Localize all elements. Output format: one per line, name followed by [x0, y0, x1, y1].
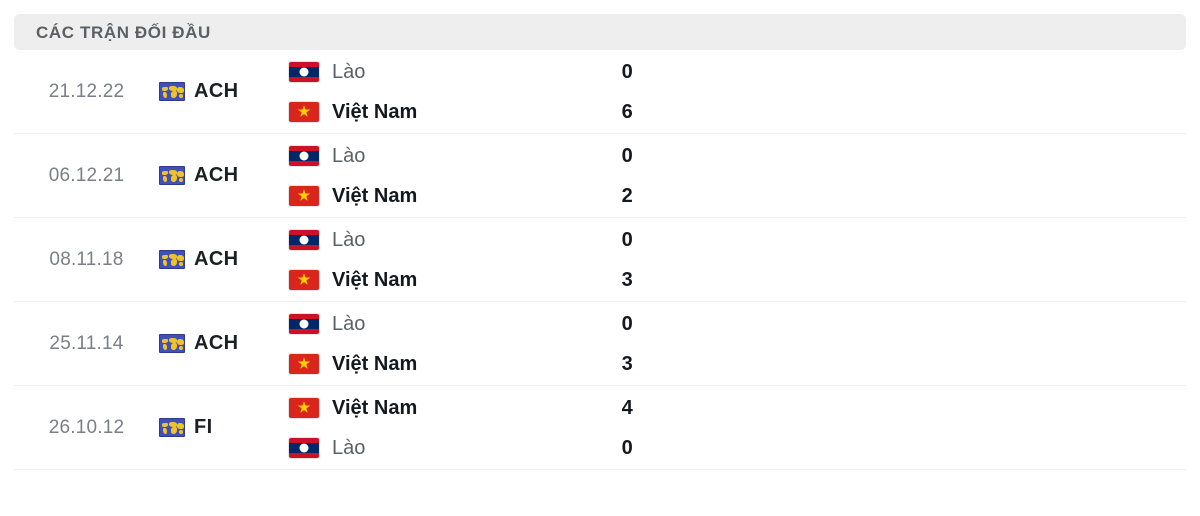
match-row[interactable]: 08.11.18 ACH Lào Việt Nam 0 3 [14, 218, 1186, 302]
away-score-line: 0 [622, 436, 1012, 460]
match-date-cell: 26.10.12 [14, 417, 159, 439]
teams-cell: Lào Việt Nam [279, 312, 592, 376]
home-team-flag-laos-icon [289, 229, 319, 250]
section-header: CÁC TRẬN ĐỐI ĐẦU [14, 14, 1186, 50]
home-score: 0 [621, 228, 633, 251]
competition-cell[interactable]: ACH [159, 164, 279, 187]
section-header-title: CÁC TRẬN ĐỐI ĐẦU [36, 22, 211, 42]
away-team-flag-vietnam-icon [289, 353, 319, 374]
competition-label: ACH [194, 332, 239, 354]
away-team-line[interactable]: Việt Nam [289, 184, 592, 208]
away-team-flag-laos-icon [289, 437, 319, 458]
away-score: 2 [621, 184, 633, 207]
away-team-flag-vietnam-icon [289, 101, 319, 122]
away-score-line: 3 [622, 268, 1012, 292]
scores-cell: 0 6 [592, 60, 1012, 124]
scores-cell: 0 2 [592, 144, 1012, 208]
home-score-line: 0 [622, 144, 1012, 168]
home-score-line: 0 [622, 60, 1012, 84]
home-team-flag-vietnam-icon [289, 397, 319, 418]
teams-cell: Lào Việt Nam [279, 60, 592, 124]
home-team-name: Lào [332, 228, 366, 251]
match-row[interactable]: 25.11.14 ACH Lào Việt Nam 0 3 [14, 302, 1186, 386]
home-team-name: Lào [332, 144, 366, 167]
away-team-line[interactable]: Lào [289, 436, 592, 460]
away-team-name: Việt Nam [332, 268, 418, 291]
competition-cell[interactable]: ACH [159, 332, 279, 355]
competition-label: ACH [194, 164, 239, 186]
away-score: 3 [621, 268, 633, 291]
away-score-line: 2 [622, 184, 1012, 208]
world-map-icon [159, 166, 185, 185]
match-date-cell: 25.11.14 [14, 333, 159, 355]
competition-cell[interactable]: ACH [159, 248, 279, 271]
away-score-line: 6 [622, 100, 1012, 124]
match-date: 25.11.14 [49, 332, 124, 354]
home-team-line[interactable]: Lào [289, 60, 592, 84]
away-team-line[interactable]: Việt Nam [289, 268, 592, 292]
away-team-name: Việt Nam [332, 100, 418, 123]
home-score: 0 [621, 144, 633, 167]
world-map-icon [159, 250, 185, 269]
home-team-name: Lào [332, 312, 366, 335]
match-date-cell: 08.11.18 [14, 249, 159, 271]
scores-cell: 0 3 [592, 312, 1012, 376]
home-team-line[interactable]: Việt Nam [289, 396, 592, 420]
match-date: 21.12.22 [48, 80, 125, 102]
teams-cell: Lào Việt Nam [279, 144, 592, 208]
competition-label: FI [194, 416, 213, 438]
competition-label: ACH [194, 80, 239, 102]
competition-cell[interactable]: FI [159, 416, 279, 439]
competition-label: ACH [194, 248, 239, 270]
home-team-flag-laos-icon [289, 61, 319, 82]
home-score-line: 0 [622, 312, 1012, 336]
match-row[interactable]: 21.12.22 ACH Lào Việt Nam 0 6 [14, 50, 1186, 134]
match-date: 08.11.18 [49, 248, 124, 270]
home-team-line[interactable]: Lào [289, 228, 592, 252]
away-team-line[interactable]: Việt Nam [289, 100, 592, 124]
match-row[interactable]: 26.10.12 FI Việt Nam Lào 4 0 [14, 386, 1186, 470]
home-team-name: Lào [332, 60, 366, 83]
match-date-cell: 21.12.22 [14, 81, 159, 103]
match-list: 21.12.22 ACH Lào Việt Nam 0 6 06.12.21 A… [14, 50, 1186, 470]
match-date-cell: 06.12.21 [14, 165, 159, 187]
home-team-flag-laos-icon [289, 313, 319, 334]
home-score: 0 [621, 312, 633, 335]
scores-cell: 0 3 [592, 228, 1012, 292]
home-score-line: 4 [622, 396, 1012, 420]
head-to-head-widget: CÁC TRẬN ĐỐI ĐẦU 21.12.22 ACH Lào Việt N… [0, 14, 1200, 516]
home-team-flag-laos-icon [289, 145, 319, 166]
teams-cell: Việt Nam Lào [279, 396, 592, 460]
world-map-icon [159, 418, 185, 437]
scores-cell: 4 0 [592, 396, 1012, 460]
away-team-line[interactable]: Việt Nam [289, 352, 592, 376]
home-score: 0 [621, 60, 633, 83]
away-score: 6 [621, 100, 633, 123]
home-team-line[interactable]: Lào [289, 144, 592, 168]
away-team-flag-vietnam-icon [289, 269, 319, 290]
match-row[interactable]: 06.12.21 ACH Lào Việt Nam 0 2 [14, 134, 1186, 218]
away-score: 0 [621, 436, 633, 459]
match-date: 26.10.12 [48, 416, 125, 438]
home-team-line[interactable]: Lào [289, 312, 592, 336]
away-score: 3 [621, 352, 633, 375]
away-team-name: Việt Nam [332, 352, 418, 375]
competition-cell[interactable]: ACH [159, 80, 279, 103]
away-team-name: Việt Nam [332, 184, 418, 207]
home-score: 4 [621, 396, 633, 419]
away-team-name: Lào [332, 436, 366, 459]
match-date: 06.12.21 [48, 164, 125, 186]
home-team-name: Việt Nam [332, 396, 418, 419]
world-map-icon [159, 334, 185, 353]
teams-cell: Lào Việt Nam [279, 228, 592, 292]
home-score-line: 0 [622, 228, 1012, 252]
away-score-line: 3 [622, 352, 1012, 376]
world-map-icon [159, 82, 185, 101]
away-team-flag-vietnam-icon [289, 185, 319, 206]
